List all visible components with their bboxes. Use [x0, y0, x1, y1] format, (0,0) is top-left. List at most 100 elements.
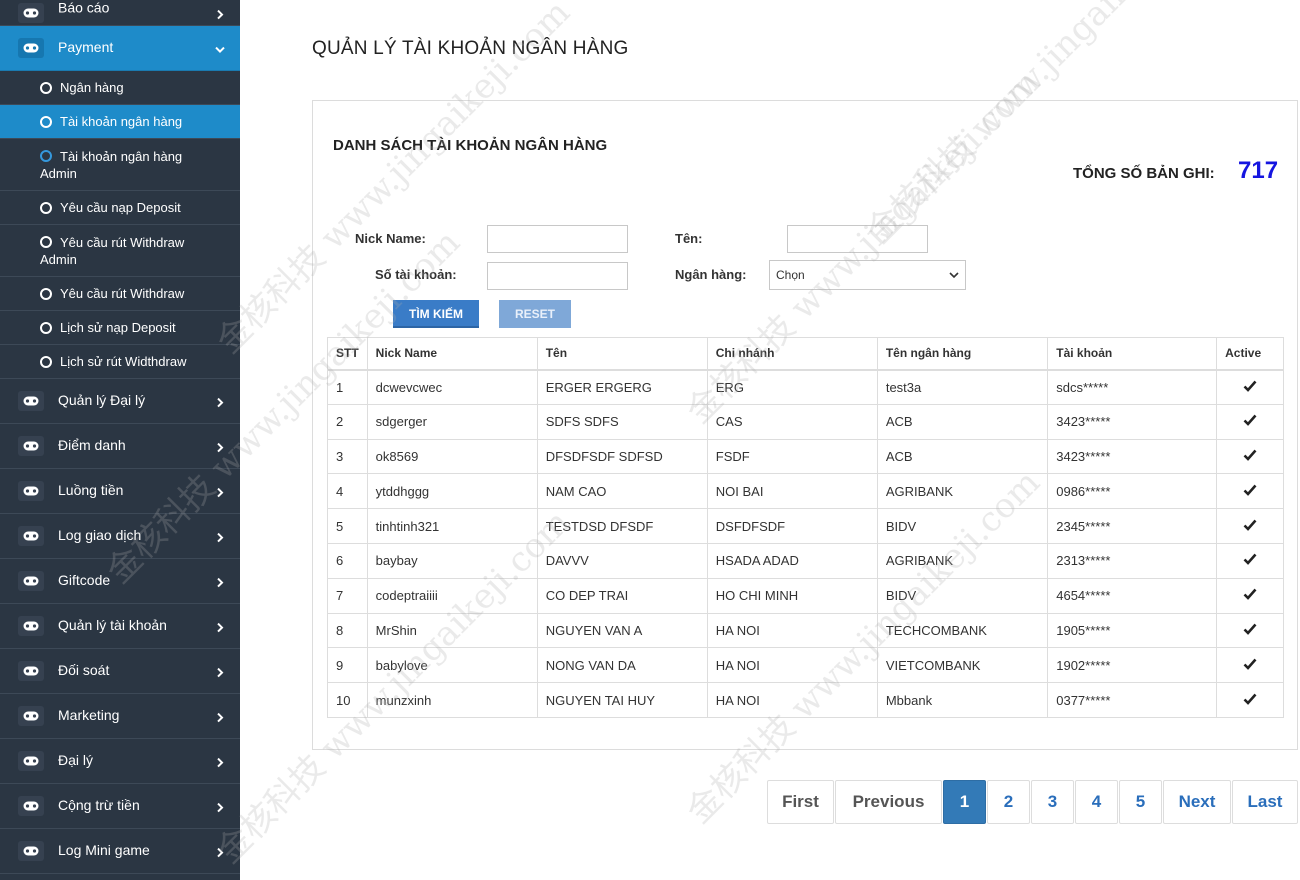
cell-stt: 8 [328, 613, 368, 648]
page-previous-button[interactable]: Previous [835, 780, 942, 824]
submenu-ngan-hang[interactable]: Ngân hàng [0, 71, 240, 105]
gamepad-icon [18, 526, 44, 546]
cell-nick-name: MrShin [367, 613, 537, 648]
ten-input[interactable] [787, 225, 928, 253]
chevron-right-icon [214, 846, 226, 858]
gamepad-icon [18, 481, 44, 501]
submenu-yeu-cau-nap-deposit[interactable]: Yêu cầu nạp Deposit [0, 191, 240, 225]
cell-active [1217, 613, 1284, 648]
check-icon [1243, 484, 1257, 496]
column-header-chi-nhanh[interactable]: Chi nhánh [707, 338, 877, 370]
cell-stt: 2 [328, 404, 368, 439]
cell-nick-name: sdgerger [367, 404, 537, 439]
cell-nick-name: codeptraiiii [367, 578, 537, 613]
table-row[interactable]: 6baybayDAVVVHSADA ADADAGRIBANK2313***** [328, 543, 1284, 578]
chevron-down-icon [214, 43, 226, 55]
so-tai-khoan-input[interactable] [487, 262, 628, 290]
chevron-right-icon [214, 666, 226, 678]
cell-ten-ngan-hang: AGRIBANK [877, 474, 1047, 509]
column-header-ten-ngan-hang[interactable]: Tên ngân hàng [877, 338, 1047, 370]
submenu-lich-su-nap-deposit[interactable]: Lịch sử nạp Deposit [0, 311, 240, 345]
gamepad-icon [18, 796, 44, 816]
table-row[interactable]: 7codeptraiiiiCO DEP TRAIHO CHI MINHBIDV4… [328, 578, 1284, 613]
gamepad-icon [18, 661, 44, 681]
cell-chi-nhanh: NOI BAI [707, 474, 877, 509]
chevron-right-icon [214, 531, 226, 543]
sidebar-item[interactable]: Giftcode [0, 559, 240, 604]
check-icon [1243, 553, 1257, 565]
table-row[interactable]: 3ok8569DFSDFSDF SDFSDFSDFACB3423***** [328, 439, 1284, 474]
search-button[interactable]: TÌM KIẾM [393, 300, 479, 328]
circle-icon [40, 322, 52, 334]
submenu-tai-khoan-ngan-hang[interactable]: Tài khoản ngân hàng [0, 105, 240, 139]
chevron-right-icon [214, 486, 226, 498]
table-row[interactable]: 4ytddhgggNAM CAONOI BAIAGRIBANK0986***** [328, 474, 1284, 509]
ten-label: Tên: [675, 231, 702, 246]
submenu-yeu-cau-rut-withdraw-admin[interactable]: Yêu cầu rút Withdraw Admin [0, 225, 240, 277]
submenu-label: Ngân hàng [0, 71, 240, 105]
sidebar-item[interactable]: Quản lý Đại lý [0, 379, 240, 424]
total-records-label: TỔNG SỐ BẢN GHI: [1073, 165, 1215, 182]
total-records-value: 717 [1238, 157, 1278, 185]
sidebar-item[interactable]: Log giao dịch [0, 514, 240, 559]
submenu-yeu-cau-rut-withdraw[interactable]: Yêu cầu rút Withdraw [0, 277, 240, 311]
sidebar-item[interactable]: Log Mini game [0, 829, 240, 874]
cell-active [1217, 474, 1284, 509]
column-header-nick-name[interactable]: Nick Name [367, 338, 537, 370]
cell-ten: NGUYEN VAN A [537, 613, 707, 648]
page-number-button[interactable]: 5 [1119, 780, 1162, 824]
nickname-input[interactable] [487, 225, 628, 253]
cell-tai-khoan: 3423***** [1048, 404, 1217, 439]
cell-chi-nhanh: HA NOI [707, 613, 877, 648]
column-header-tai-khoan[interactable]: Tài khoản [1048, 338, 1217, 370]
sidebar-item[interactable]: Cộng trừ tiền [0, 784, 240, 829]
cell-chi-nhanh: HA NOI [707, 683, 877, 718]
cell-chi-nhanh: DSFDFSDF [707, 509, 877, 544]
payment-submenu: Ngân hàng Tài khoản ngân hàng Tài khoản … [0, 71, 240, 379]
chevron-right-icon [214, 441, 226, 453]
cell-nick-name: ytddhggg [367, 474, 537, 509]
ngan-hang-select[interactable]: Chọn [769, 260, 966, 290]
table-row[interactable]: 9babyloveNONG VAN DAHA NOIVIETCOMBANK190… [328, 648, 1284, 683]
reset-button[interactable]: RESET [499, 300, 571, 328]
sidebar-item[interactable]: Điểm danh [0, 424, 240, 469]
sidebar-item-bao-cao[interactable]: Báo cáo [0, 0, 240, 26]
cell-ten: DAVVV [537, 543, 707, 578]
table-row[interactable]: 1dcwevcwecERGER ERGERGERGtest3asdcs***** [328, 370, 1284, 405]
page-number-button[interactable]: 1 [943, 780, 986, 824]
column-header-ten[interactable]: Tên [537, 338, 707, 370]
sidebar-item-label: Luồng tiền [58, 482, 123, 498]
submenu-label: Yêu cầu nạp Deposit [0, 191, 240, 225]
column-header-active[interactable]: Active [1217, 338, 1284, 370]
page-number-button[interactable]: 3 [1031, 780, 1074, 824]
submenu-label: Yêu cầu rút Withdraw [0, 277, 240, 311]
sidebar-item[interactable]: Luồng tiền [0, 469, 240, 514]
cell-tai-khoan: 3423***** [1048, 439, 1217, 474]
gamepad-icon [18, 38, 44, 58]
sidebar-item[interactable]: Đối soát [0, 649, 240, 694]
sidebar-item[interactable]: Đại lý [0, 739, 240, 784]
sidebar-item-label: Marketing [58, 707, 119, 723]
table-row[interactable]: 8MrShinNGUYEN VAN AHA NOITECHCOMBANK1905… [328, 613, 1284, 648]
submenu-tai-khoan-ngan-hang-admin[interactable]: Tài khoản ngân hàng Admin [0, 139, 240, 191]
chevron-right-icon [214, 7, 226, 19]
cell-tai-khoan: 0377***** [1048, 683, 1217, 718]
column-header-stt[interactable]: STT [328, 338, 368, 370]
page-number-button[interactable]: 2 [987, 780, 1030, 824]
page-next-button[interactable]: Next [1163, 780, 1231, 824]
table-row[interactable]: 2sdgergerSDFS SDFSCASACB3423***** [328, 404, 1284, 439]
page-first-button[interactable]: First [767, 780, 834, 824]
submenu-lich-su-rut-widthdraw[interactable]: Lịch sử rút Widthdraw [0, 345, 240, 379]
sidebar-item-payment[interactable]: Payment [0, 26, 240, 71]
cell-tai-khoan: 1902***** [1048, 648, 1217, 683]
table-row[interactable]: 5tinhtinh321TESTDSD DFSDFDSFDFSDFBIDV234… [328, 509, 1284, 544]
sidebar-item-label: Cộng trừ tiền [58, 797, 140, 813]
sidebar-item[interactable]: Quản lý tài khoản [0, 604, 240, 649]
cell-ten-ngan-hang: ACB [877, 404, 1047, 439]
table-row[interactable]: 10munzxinhNGUYEN TAI HUYHA NOIMbbank0377… [328, 683, 1284, 718]
page-last-button[interactable]: Last [1232, 780, 1298, 824]
page-number-button[interactable]: 4 [1075, 780, 1118, 824]
sidebar-item[interactable]: Marketing [0, 694, 240, 739]
cell-nick-name: dcwevcwec [367, 370, 537, 405]
chevron-right-icon [214, 396, 226, 408]
